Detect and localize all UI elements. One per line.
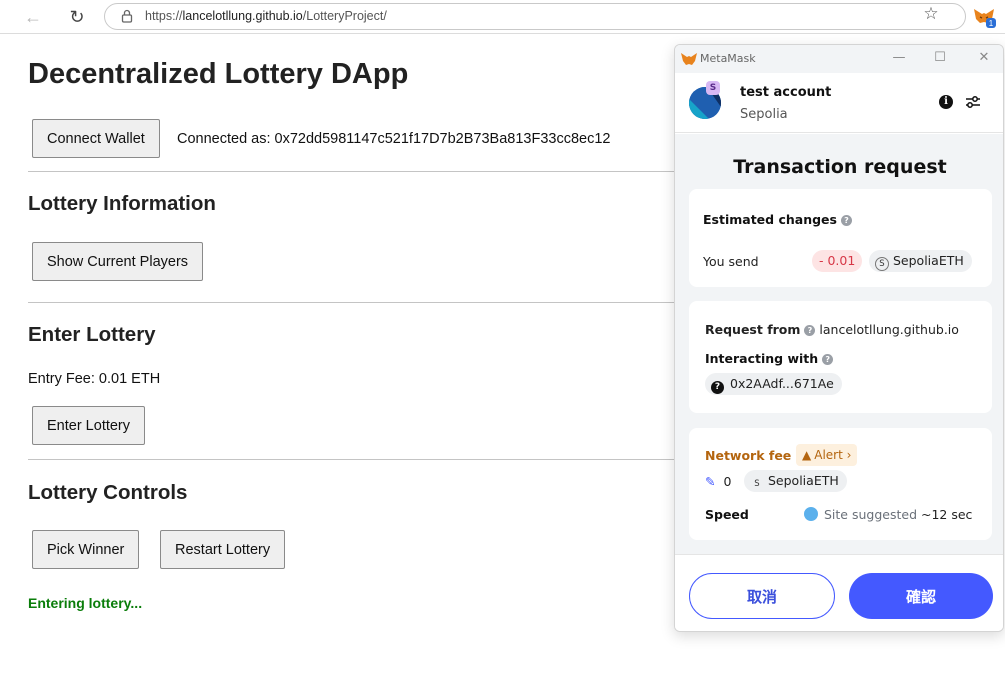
section-title-lottery-information: Lottery Information [28,192,216,215]
entry-fee-text: Entry Fee: 0.01 ETH [28,371,161,387]
speed-time: ~12 sec [921,507,973,522]
send-amount: - 0.01 [812,250,863,272]
speed-label: Speed [705,507,749,522]
contract-address-pill[interactable]: ? 0x2AAdf...671Ae [705,373,842,395]
help-icon[interactable]: ? [804,325,816,336]
warning-icon: ▲ [802,448,812,462]
edit-pencil-icon[interactable]: ✎ [705,474,715,489]
browser-toolbar: ← ↻ https://lancelotllung.github.io/Lott… [0,0,1005,34]
speed-value[interactable]: Site suggested ~12 sec [804,507,972,522]
request-origin: lancelotllung.github.io [819,322,959,337]
close-icon[interactable]: ✕ [976,50,992,66]
request-details-card: Request from? lancelotllung.github.io In… [689,301,992,413]
bookmark-star-icon[interactable]: ☆ [922,5,940,23]
section-title-enter-lottery: Enter Lottery [28,323,156,346]
status-message: Entering lottery... [28,595,143,611]
account-name: test account [740,85,832,100]
url-text: https://lancelotllung.github.io/LotteryP… [145,9,387,23]
send-token[interactable]: S SepoliaETH [869,250,972,272]
advanced-settings-icon[interactable] [965,95,981,109]
estimated-changes-label: Estimated changes? [703,212,852,227]
help-icon[interactable]: ? [822,354,834,365]
transaction-heading: Transaction request [733,156,947,178]
fee-amount-row: ✎ 0 [705,474,731,489]
confirm-button[interactable]: 確認 [849,573,993,619]
network-name: Sepolia [740,107,788,122]
metamask-fox-icon [681,53,697,65]
account-header: S test account Sepolia i [675,73,1003,133]
chevron-right-icon: › [846,448,852,462]
show-current-players-button[interactable]: Show Current Players [32,242,204,281]
request-from-row: Request from? lancelotllung.github.io [705,322,959,337]
you-send-label: You send [703,254,759,269]
token-icon: S [875,257,889,271]
metamask-window-title: MetaMask [700,52,756,65]
metamask-popup: MetaMask — ☐ ✕ S test account Sepolia i … [674,44,1004,632]
unknown-contract-icon: ? [711,381,724,394]
divider [28,459,678,460]
interacting-with-label: Interacting with? [705,351,834,366]
token-icon: S [754,479,760,489]
network-fee-label: Network fee [705,448,792,463]
cancel-button[interactable]: 取消 [689,573,835,619]
help-icon[interactable]: ? [840,215,852,226]
estimated-changes-card: Estimated changes? You send - 0.01 S Sepo… [689,189,992,287]
action-footer: 取消 確認 [675,554,1003,631]
fee-token: S SepoliaETH [744,470,847,492]
info-icon[interactable]: i [939,95,953,109]
connected-address-text: Connected as: 0x72dd5981147c521f17D7b2B7… [177,131,611,147]
enter-lottery-button[interactable]: Enter Lottery [32,406,146,445]
fee-alert-pill[interactable]: ▲ Alert › [796,444,858,466]
divider [28,171,678,172]
divider [28,302,678,303]
extension-badge-count: 1 [989,19,994,28]
network-fee-card: Network fee ▲ Alert › ✎ 0 S SepoliaETH Spe… [689,428,992,540]
maximize-icon[interactable]: ☐ [932,50,948,66]
back-arrow-icon[interactable]: ← [22,6,44,28]
globe-icon [804,507,818,521]
site-info-icon[interactable] [119,8,135,24]
network-badge: S [706,81,720,95]
page-title: Decentralized Lottery DApp [28,58,409,90]
minimize-icon[interactable]: — [891,50,907,66]
restart-lottery-button[interactable]: Restart Lottery [160,530,286,569]
section-title-lottery-controls: Lottery Controls [28,481,188,504]
metamask-titlebar: MetaMask — ☐ ✕ [675,45,1003,73]
pick-winner-button[interactable]: Pick Winner [32,530,140,569]
reload-icon[interactable]: ↻ [66,6,88,28]
connect-wallet-button[interactable]: Connect Wallet [32,119,160,158]
transaction-body: Transaction request Estimated changes? Y… [675,134,1003,554]
address-bar[interactable]: https://lancelotllung.github.io/LotteryP… [104,3,966,30]
fee-amount: 0 [723,474,732,489]
metamask-extension-icon[interactable]: 1 [972,5,996,29]
